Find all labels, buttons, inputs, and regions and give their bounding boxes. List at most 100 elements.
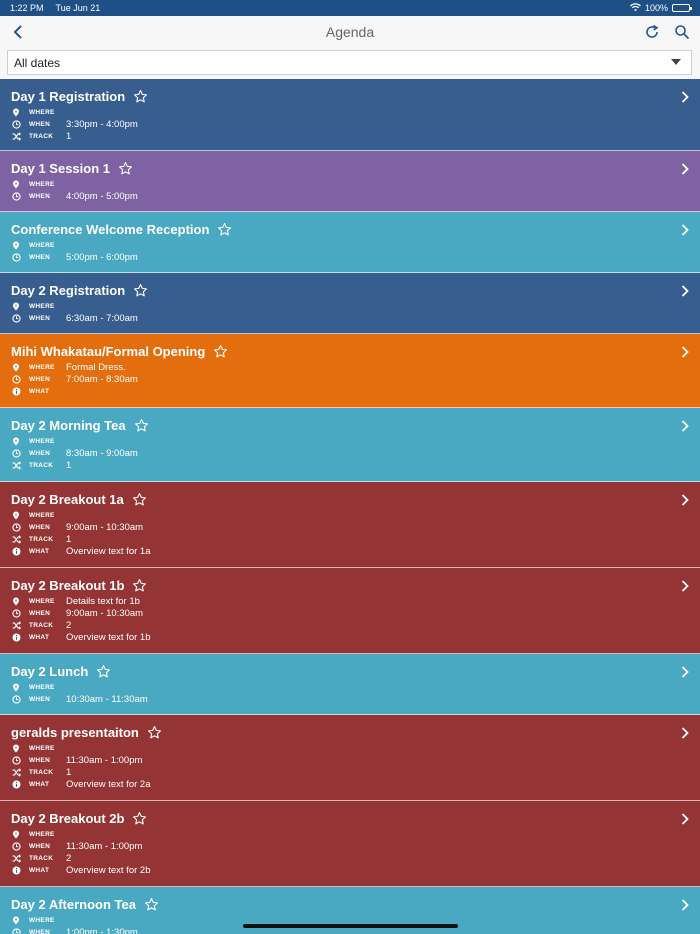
chevron-right-icon [680, 345, 690, 358]
refresh-icon [646, 24, 659, 38]
agenda-item-where-row: WHERE [11, 300, 660, 312]
agenda-item[interactable]: Day 1 Session 1 WHERE WHEN 4:00pm - 5:00pm [0, 151, 700, 212]
agenda-item-what-row: WHAT Overview text for 1b [11, 631, 660, 643]
what-value: Overview text for 1b [66, 631, 151, 643]
when-label: WHEN [29, 756, 51, 764]
dropdown-caret-icon [671, 59, 681, 65]
where-label: WHERE [29, 511, 55, 519]
agenda-item-when-row: WHEN 6:30am - 7:00am [11, 312, 660, 324]
what-label: WHAT [29, 866, 50, 874]
what-label: WHAT [29, 387, 50, 395]
agenda-item-what-row: WHAT Overview text for 2b [11, 864, 660, 876]
agenda-item-when-row: WHEN 9:00am - 10:30am [11, 607, 660, 619]
track-value: 1 [66, 533, 72, 545]
agenda-item-title: Day 2 Afternoon Tea [11, 896, 136, 912]
favorite-star-icon[interactable] [144, 896, 160, 912]
agenda-item-where-row: WHERE [11, 509, 660, 521]
agenda-item[interactable]: Day 2 Breakout 1b WHERE Details text for 1… [0, 568, 700, 654]
date-filter-select[interactable]: All dates [7, 50, 692, 75]
agenda-item-track-row: TRACK 2 [11, 852, 660, 864]
map-pin-icon [11, 743, 21, 753]
agenda-item[interactable]: Day 2 Breakout 2b WHERE WHEN 11:30am - 1:00… [0, 801, 700, 887]
where-label: WHERE [29, 597, 55, 605]
track-value: 1 [66, 130, 72, 142]
agenda-item-what-row: WHAT Overview text for 1a [11, 545, 660, 557]
favorite-star-icon[interactable] [132, 491, 148, 507]
chevron-right-icon [680, 493, 690, 506]
track-label: TRACK [29, 461, 54, 469]
favorite-star-icon[interactable] [217, 221, 233, 237]
when-value: 3:30pm - 4:00pm [66, 118, 138, 130]
agenda-item[interactable]: Mihi Whakatau/Formal Opening WHERE Formal … [0, 334, 700, 408]
info-icon [11, 386, 21, 396]
agenda-item[interactable]: Conference Welcome Reception WHERE WHEN 5:0… [0, 212, 700, 273]
agenda-item[interactable]: Day 2 Breakout 1a WHERE WHEN 9:00am - 10:30… [0, 482, 700, 568]
favorite-star-icon[interactable] [134, 417, 150, 433]
favorite-star-icon[interactable] [96, 663, 112, 679]
agenda-item[interactable]: Day 2 Morning Tea WHERE WHEN 8:30am - 9:00a… [0, 408, 700, 482]
clock-icon [11, 191, 21, 201]
agenda-item-where-row: WHERE [11, 106, 660, 118]
info-icon [11, 546, 21, 556]
clock-icon [11, 313, 21, 323]
what-value: Overview text for 2a [66, 778, 151, 790]
map-pin-icon [11, 596, 21, 606]
where-label: WHERE [29, 830, 55, 838]
clock-icon [11, 927, 21, 934]
clock-icon [11, 755, 21, 765]
agenda-item-where-row: WHERE [11, 239, 660, 251]
agenda-item-title: Day 2 Breakout 1a [11, 491, 124, 507]
chevron-right-icon [680, 162, 690, 175]
shuffle-icon [11, 853, 21, 863]
track-label: TRACK [29, 621, 54, 629]
where-label: WHERE [29, 683, 55, 691]
clock-icon [11, 608, 21, 618]
agenda-item-where-row: WHERE [11, 435, 660, 447]
when-label: WHEN [29, 695, 51, 703]
chevron-right-icon [680, 284, 690, 297]
clock-icon [11, 252, 21, 262]
agenda-item-when-row: WHEN 11:30am - 1:00pm [11, 840, 660, 852]
agenda-item-where-row: WHERE [11, 178, 660, 190]
agenda-item-title: Day 2 Registration [11, 282, 126, 298]
track-label: TRACK [29, 768, 54, 776]
favorite-star-icon[interactable] [133, 282, 149, 298]
favorite-star-icon[interactable] [132, 810, 148, 826]
shuffle-icon [11, 620, 21, 630]
info-icon [11, 779, 21, 789]
agenda-item-header: Day 1 Session 1 [11, 160, 660, 176]
chevron-right-icon [680, 726, 690, 739]
agenda-item-title: Conference Welcome Reception [11, 221, 210, 237]
clock-icon [11, 694, 21, 704]
agenda-item[interactable]: Day 1 Registration WHERE WHEN 3:30pm - 4:00… [0, 79, 700, 151]
agenda-item[interactable]: geralds presentaiton WHERE WHEN 11:30am - 1… [0, 715, 700, 801]
clock-icon [11, 448, 21, 458]
when-value: 10:30am - 11:30am [66, 693, 148, 705]
status-time: 1:22 PM [10, 3, 44, 13]
where-label: WHERE [29, 437, 55, 445]
where-value: Details text for 1b [66, 595, 140, 607]
favorite-star-icon[interactable] [133, 88, 149, 104]
when-label: WHEN [29, 449, 51, 457]
search-button[interactable] [672, 22, 692, 42]
agenda-item-header: Day 2 Morning Tea [11, 417, 660, 433]
favorite-star-icon[interactable] [132, 577, 148, 593]
clock-icon [11, 119, 21, 129]
favorite-star-icon[interactable] [118, 160, 134, 176]
battery-icon [672, 4, 692, 12]
battery-percent: 100% [644, 3, 668, 13]
agenda-item-where-row: WHERE [11, 681, 660, 693]
refresh-button[interactable] [642, 22, 662, 42]
agenda-item-title: Day 1 Session 1 [11, 160, 110, 176]
back-button[interactable] [8, 22, 28, 42]
when-value: 9:00am - 10:30am [66, 521, 144, 533]
what-value: Overview text for 2b [66, 864, 151, 876]
favorite-star-icon[interactable] [213, 343, 229, 359]
agenda-item-where-row: WHERE Formal Dress. [11, 361, 660, 373]
agenda-item-title: Day 2 Breakout 1b [11, 577, 125, 593]
agenda-item[interactable]: Day 2 Registration WHERE WHEN 6:30am - 7:00… [0, 273, 700, 334]
nav-bar: Agenda [0, 16, 700, 48]
track-value: 1 [66, 459, 72, 471]
agenda-item[interactable]: Day 2 Lunch WHERE WHEN 10:30am - 11:30am [0, 654, 700, 715]
favorite-star-icon[interactable] [147, 724, 163, 740]
